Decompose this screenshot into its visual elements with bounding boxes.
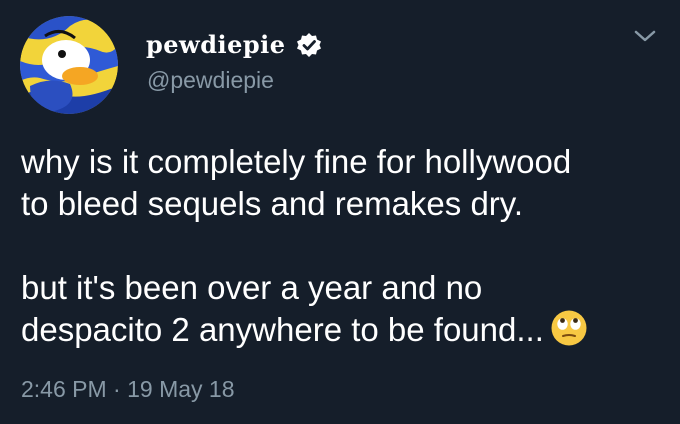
tweet-line-with-emoji: despacito 2 anywhere to be found... xyxy=(21,309,661,351)
chevron-down-icon[interactable] xyxy=(630,24,660,48)
verified-badge-icon xyxy=(296,33,321,57)
duck-avatar-icon xyxy=(20,16,118,114)
tweet-line: why is it completely fine for hollywood xyxy=(21,143,572,180)
tweet-line: despacito 2 anywhere to be found... xyxy=(21,311,544,348)
tweet-timestamp[interactable]: 2:46 PM · 19 May 18 xyxy=(21,375,235,403)
tweet-line: to bleed sequels and remakes dry. xyxy=(21,185,524,222)
avatar[interactable] xyxy=(20,16,118,114)
author-name-row[interactable]: pewdiepie xyxy=(146,30,322,60)
eye-roll-emoji-icon xyxy=(551,310,587,346)
tweet-card: pewdiepie @pewdiepie why is it completel… xyxy=(0,0,680,424)
tweet-line: but it's been over a year and no xyxy=(21,269,483,306)
author-display-name[interactable]: pewdiepie xyxy=(146,30,286,60)
tweet-text: why is it completely fine for hollywood … xyxy=(21,141,661,351)
author-handle[interactable]: @pewdiepie xyxy=(147,66,274,94)
